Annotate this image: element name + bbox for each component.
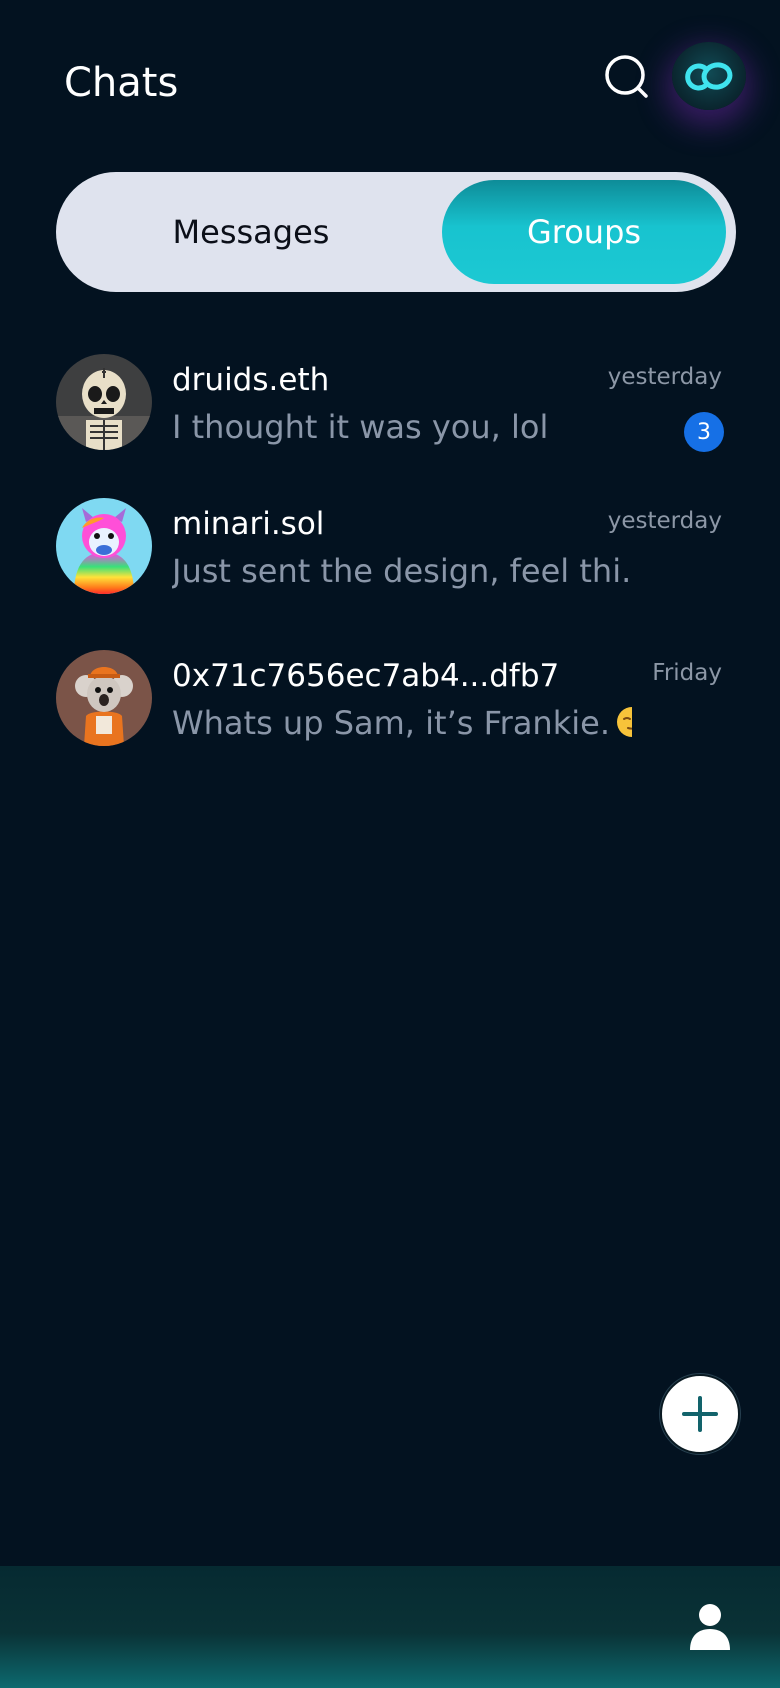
chat-name: 0x71c7656ec7ab4...dfb7 (172, 658, 560, 694)
unread-badge: 3 (684, 412, 724, 452)
chat-preview: Whats up Sam, it’s Frankie. (172, 704, 632, 742)
new-chat-button[interactable] (660, 1374, 740, 1454)
smirk-emoji-icon (616, 707, 632, 737)
tab-messages[interactable]: Messages (66, 180, 436, 284)
header: Chats (0, 0, 780, 150)
rainbow-monkey-avatar-icon (56, 498, 152, 594)
wallet-logo-button[interactable] (672, 42, 746, 110)
chat-item-0x71c7656[interactable]: 0x71c7656ec7ab4...dfb7 Whats up Sam, it’… (0, 646, 780, 756)
chat-name: minari.sol (172, 506, 325, 542)
chat-preview-text: Whats up Sam, it’s Frankie. (172, 704, 610, 742)
avatar (56, 354, 152, 450)
search-button[interactable] (602, 52, 652, 102)
koala-avatar-icon (56, 650, 152, 746)
search-icon (605, 55, 648, 98)
chat-name: druids.eth (172, 362, 330, 398)
skeleton-avatar-icon (56, 354, 152, 450)
profile-icon (690, 1604, 730, 1650)
chat-preview: I thought it was you, lol (172, 408, 549, 446)
avatar (56, 650, 152, 746)
bottom-nav-bar (0, 1566, 780, 1688)
chat-time: yesterday (607, 508, 722, 534)
page-title: Chats (64, 60, 179, 106)
chat-item-druids[interactable]: druids.eth I thought it was you, lol yes… (0, 350, 780, 460)
chat-type-toggle: Messages Groups (56, 172, 736, 292)
plus-icon (682, 1396, 718, 1432)
chat-time: yesterday (607, 364, 722, 390)
chat-preview: Just sent the design, feel thi... (172, 552, 632, 590)
chain-link-logo-icon (685, 62, 733, 91)
tab-groups[interactable]: Groups (442, 180, 726, 284)
profile-button[interactable] (686, 1602, 734, 1652)
chat-item-minari[interactable]: minari.sol Just sent the design, feel th… (0, 494, 780, 604)
chat-time: Friday (652, 660, 722, 686)
avatar (56, 498, 152, 594)
